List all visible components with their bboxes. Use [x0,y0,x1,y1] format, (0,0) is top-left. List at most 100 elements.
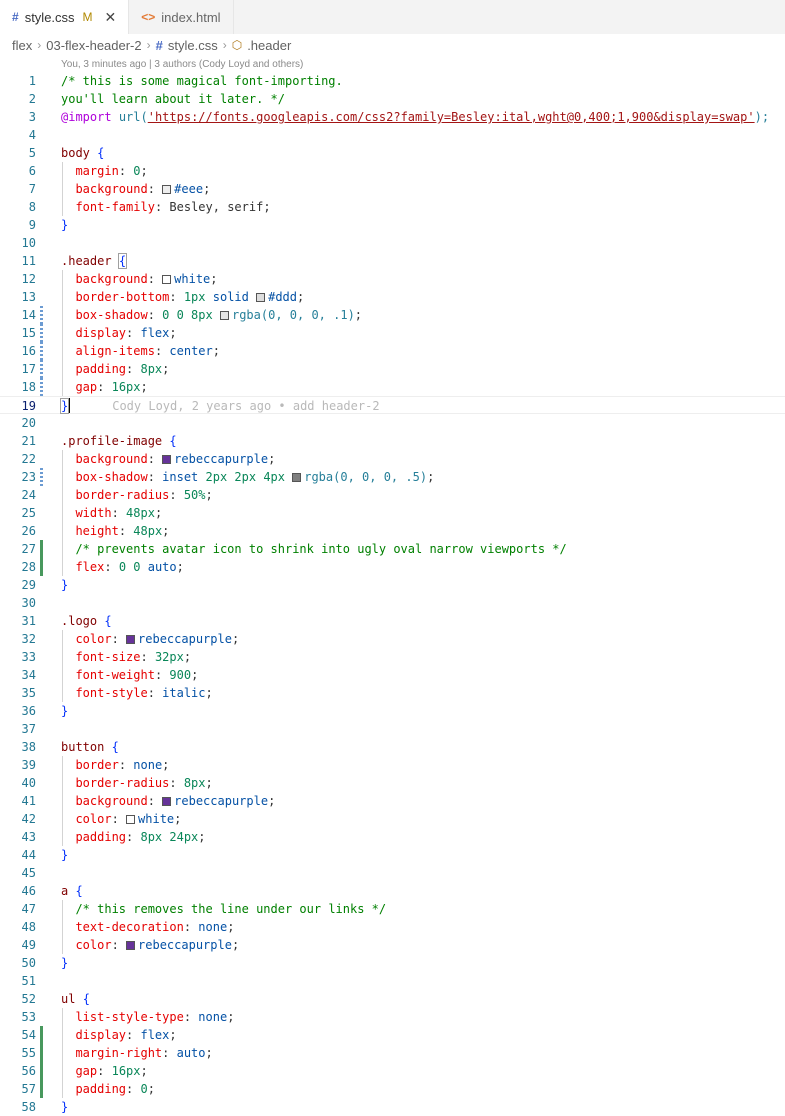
property: box-shadow [75,308,148,322]
line-number: 42 [21,812,36,826]
modified-gutter-marker[interactable] [40,306,43,324]
close-icon[interactable]: ✕ [105,9,117,26]
css-file-icon: # [155,37,163,53]
code-line: 13 border-bottom: 1px solid #ddd; [0,288,785,306]
brace-match: { [117,253,128,269]
line-number: 3 [28,110,36,124]
color-swatch-icon[interactable] [126,941,136,950]
line-number: 50 [21,956,36,970]
code-line: 6 margin: 0; [0,162,785,180]
modified-gutter-marker[interactable] [40,360,43,378]
added-gutter-marker[interactable] [40,558,43,576]
property: background [75,182,148,196]
line-number: 18 [21,380,36,394]
value: 900 [169,668,192,682]
added-gutter-marker[interactable] [40,1062,43,1080]
value: 1px [183,290,206,304]
color-swatch-icon[interactable] [256,293,266,302]
property: width [75,506,112,520]
selector: button [61,740,105,754]
value: 0 0 8px [162,308,213,322]
color-swatch-icon[interactable] [126,635,136,644]
modified-gutter-marker[interactable] [40,342,43,360]
tab-index-html[interactable]: <> index.html [129,0,234,34]
code-line: 18 gap: 16px; [0,378,785,396]
code-line-current[interactable]: 19} Cody Loyd, 2 years ago • add header-2 [0,396,785,414]
line-number: 39 [21,758,36,772]
line-number: 36 [21,704,36,718]
property: gap [75,380,98,394]
added-gutter-marker[interactable] [40,1080,43,1098]
line-number: 45 [21,866,36,880]
brace: { [111,740,119,754]
code-line: 29} [0,576,785,594]
tab-label: index.html [161,9,221,25]
modified-gutter-marker[interactable] [40,378,43,396]
breadcrumb-item[interactable]: 03-flex-header-2 [46,38,141,53]
property: display [75,326,127,340]
code-line: 22 background: rebeccapurple; [0,450,785,468]
code-line: 58} [0,1098,785,1116]
line-number: 17 [21,362,36,376]
color-swatch-icon[interactable] [162,185,172,194]
modified-gutter-marker[interactable] [40,324,43,342]
tab-bar: # style.css M ✕ <> index.html [0,0,785,34]
value: 0 [133,164,141,178]
import-url-link[interactable]: 'https://fonts.googleapis.com/css2?famil… [148,110,755,124]
breadcrumb-item[interactable]: style.css [168,38,218,53]
added-gutter-marker[interactable] [40,1044,43,1062]
selector: body [61,146,90,160]
brace: { [82,992,90,1006]
line-number: 52 [21,992,36,1006]
line-number: 1 [28,74,36,88]
value: auto [176,1046,206,1060]
value: none [198,1010,228,1024]
value: 32px [154,650,184,664]
code-line: 14 box-shadow: 0 0 8px rgba(0, 0, 0, .1)… [0,306,785,324]
code-line: 41 background: rebeccapurple; [0,792,785,810]
property: padding [75,1082,127,1096]
color-swatch-icon[interactable] [292,473,302,482]
code-line: 7 background: #eee; [0,180,785,198]
value: 48px [133,524,163,538]
breadcrumb-item[interactable]: .header [247,38,291,53]
chevron-right-icon: › [37,38,42,52]
value: rebeccapurple [138,938,232,952]
color-swatch-icon[interactable] [219,311,229,320]
code-line: 53 list-style-type: none; [0,1008,785,1026]
property: padding [75,362,127,376]
code-line: 50} [0,954,785,972]
value: #ddd [268,290,298,304]
comment: you'll learn about it later. */ [61,92,285,106]
chevron-right-icon: › [146,38,151,52]
codelens-blame[interactable]: You, 3 minutes ago | 3 authors (Cody Loy… [0,58,785,72]
color-swatch-icon[interactable] [126,815,136,824]
added-gutter-marker[interactable] [40,1026,43,1044]
breadcrumb-item[interactable]: flex [12,38,32,53]
line-number: 27 [21,542,36,556]
code-line: 4 [0,126,785,144]
line-number: 20 [21,416,36,430]
line-number: 15 [21,326,36,340]
brace: } [61,704,69,718]
tab-style-css[interactable]: # style.css M ✕ [0,0,130,34]
selector: .logo [61,614,98,628]
line-number: 8 [28,200,36,214]
added-gutter-marker[interactable] [40,540,43,558]
color-swatch-icon[interactable] [162,455,172,464]
property: list-style-type [75,1010,184,1024]
code-line: 47 /* this removes the line under our li… [0,900,785,918]
modified-gutter-marker[interactable] [40,468,43,486]
code-line: 12 background: white; [0,270,785,288]
line-number: 41 [21,794,36,808]
color-swatch-icon[interactable] [162,797,172,806]
property: color [75,632,112,646]
code-line: 52 ul { [0,990,785,1008]
property: background [75,452,148,466]
selector: ul [61,992,76,1006]
line-number: 7 [28,182,36,196]
color-swatch-icon[interactable] [162,275,172,284]
code-editor[interactable]: 1 /* this is some magical font-importing.… [0,72,785,1116]
property: height [75,524,119,538]
code-line: 32 color: rebeccapurple; [0,630,785,648]
